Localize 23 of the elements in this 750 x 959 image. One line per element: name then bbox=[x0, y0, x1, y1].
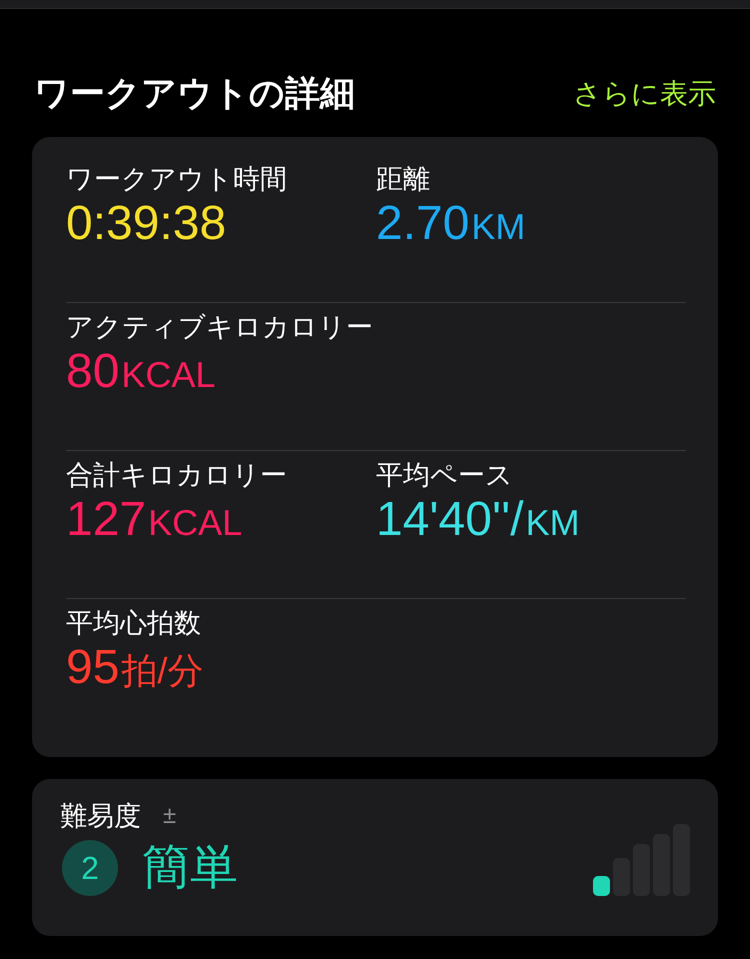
metric-value: 14'40''/ bbox=[376, 493, 524, 547]
metric-label: アクティブキロカロリー bbox=[66, 311, 374, 344]
effort-rating: 簡単 bbox=[142, 840, 238, 896]
metric-unit: KM bbox=[471, 207, 526, 247]
metric-value: 95 bbox=[66, 641, 120, 695]
metric-label: 合計キロカロリー bbox=[66, 459, 288, 492]
metric-label: ワークアウト時間 bbox=[66, 163, 288, 196]
metric-value: 2.70 bbox=[376, 197, 470, 251]
show-more-link[interactable]: さらに表示 bbox=[573, 73, 716, 115]
effort-label: 難易度 bbox=[60, 800, 141, 833]
section-title: ワークアウトの詳細 bbox=[34, 72, 355, 115]
metric-value: 127 bbox=[66, 493, 146, 547]
metric-unit: 拍/分 bbox=[121, 651, 204, 691]
metric-unit: KCAL bbox=[121, 355, 216, 395]
metric-value: 80 bbox=[66, 345, 120, 399]
metric-label: 距離 bbox=[376, 163, 431, 196]
metric-unit: KCAL bbox=[148, 503, 242, 543]
metric-value: 0:39:38 bbox=[66, 197, 226, 251]
metric-label: 平均ペース bbox=[376, 459, 514, 492]
adjust-symbol: ± bbox=[163, 801, 176, 831]
metric-unit: KM bbox=[526, 503, 580, 543]
score-badge: 2 bbox=[62, 840, 118, 896]
metric-label: 平均心拍数 bbox=[66, 607, 202, 640]
